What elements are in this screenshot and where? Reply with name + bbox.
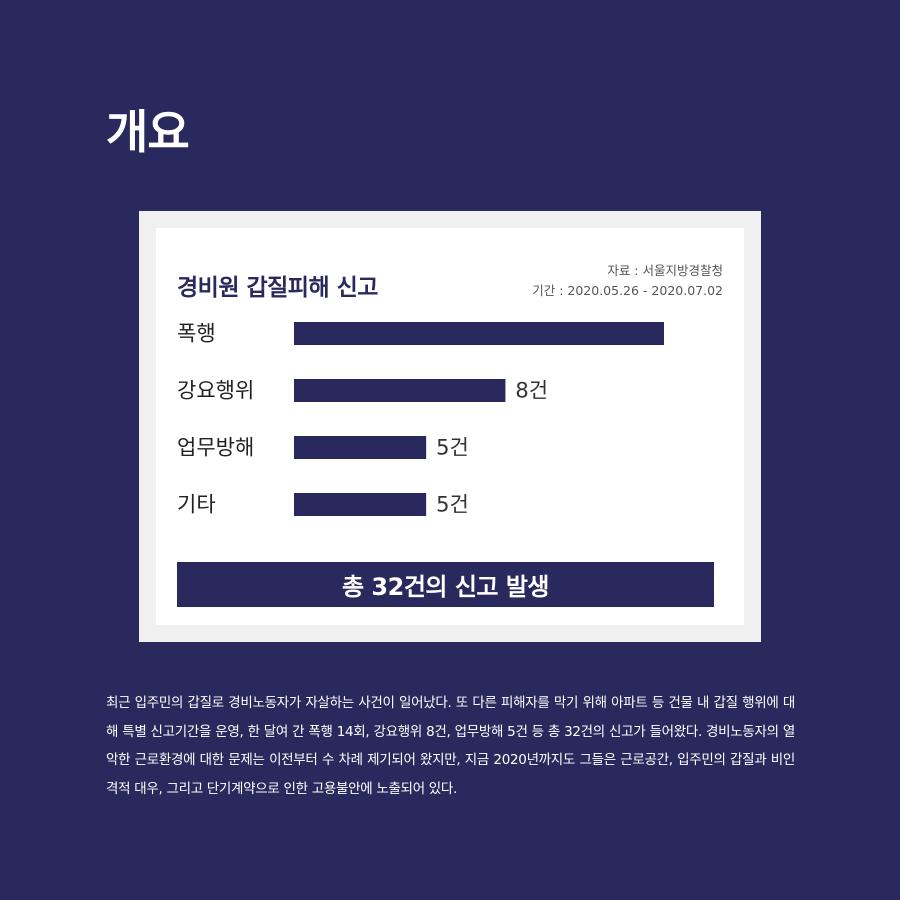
value-label: 8건 xyxy=(515,379,548,403)
chart-card: 경비원 갑질피해 신고 자료 : 서울지방경찰청 기간 : 2020.05.26… xyxy=(156,228,744,625)
bar xyxy=(294,436,427,459)
category-label: 강요행위 xyxy=(177,379,254,403)
total-banner: 총 32건의 신고 발생 xyxy=(177,562,714,607)
category-label: 기타 xyxy=(177,493,216,517)
bar-chart: 폭행강요행위 8건업무방해 5건기타 5건 xyxy=(177,322,664,517)
bar xyxy=(294,322,664,345)
value-label: 5건 xyxy=(436,436,469,460)
category-label: 폭행 xyxy=(177,322,216,346)
bar xyxy=(294,493,427,516)
bar xyxy=(294,379,506,402)
category-label: 업무방해 xyxy=(177,436,254,460)
value-label: 5건 xyxy=(436,493,469,517)
description-paragraph: 최근 입주민의 갑질로 경비노동자가 자살하는 사건이 일어났다. 또 다른 피… xyxy=(106,695,795,797)
page-title: 개요 xyxy=(106,105,190,159)
chart-card-frame: 경비원 갑질피해 신고 자료 : 서울지방경찰청 기간 : 2020.05.26… xyxy=(139,211,761,642)
